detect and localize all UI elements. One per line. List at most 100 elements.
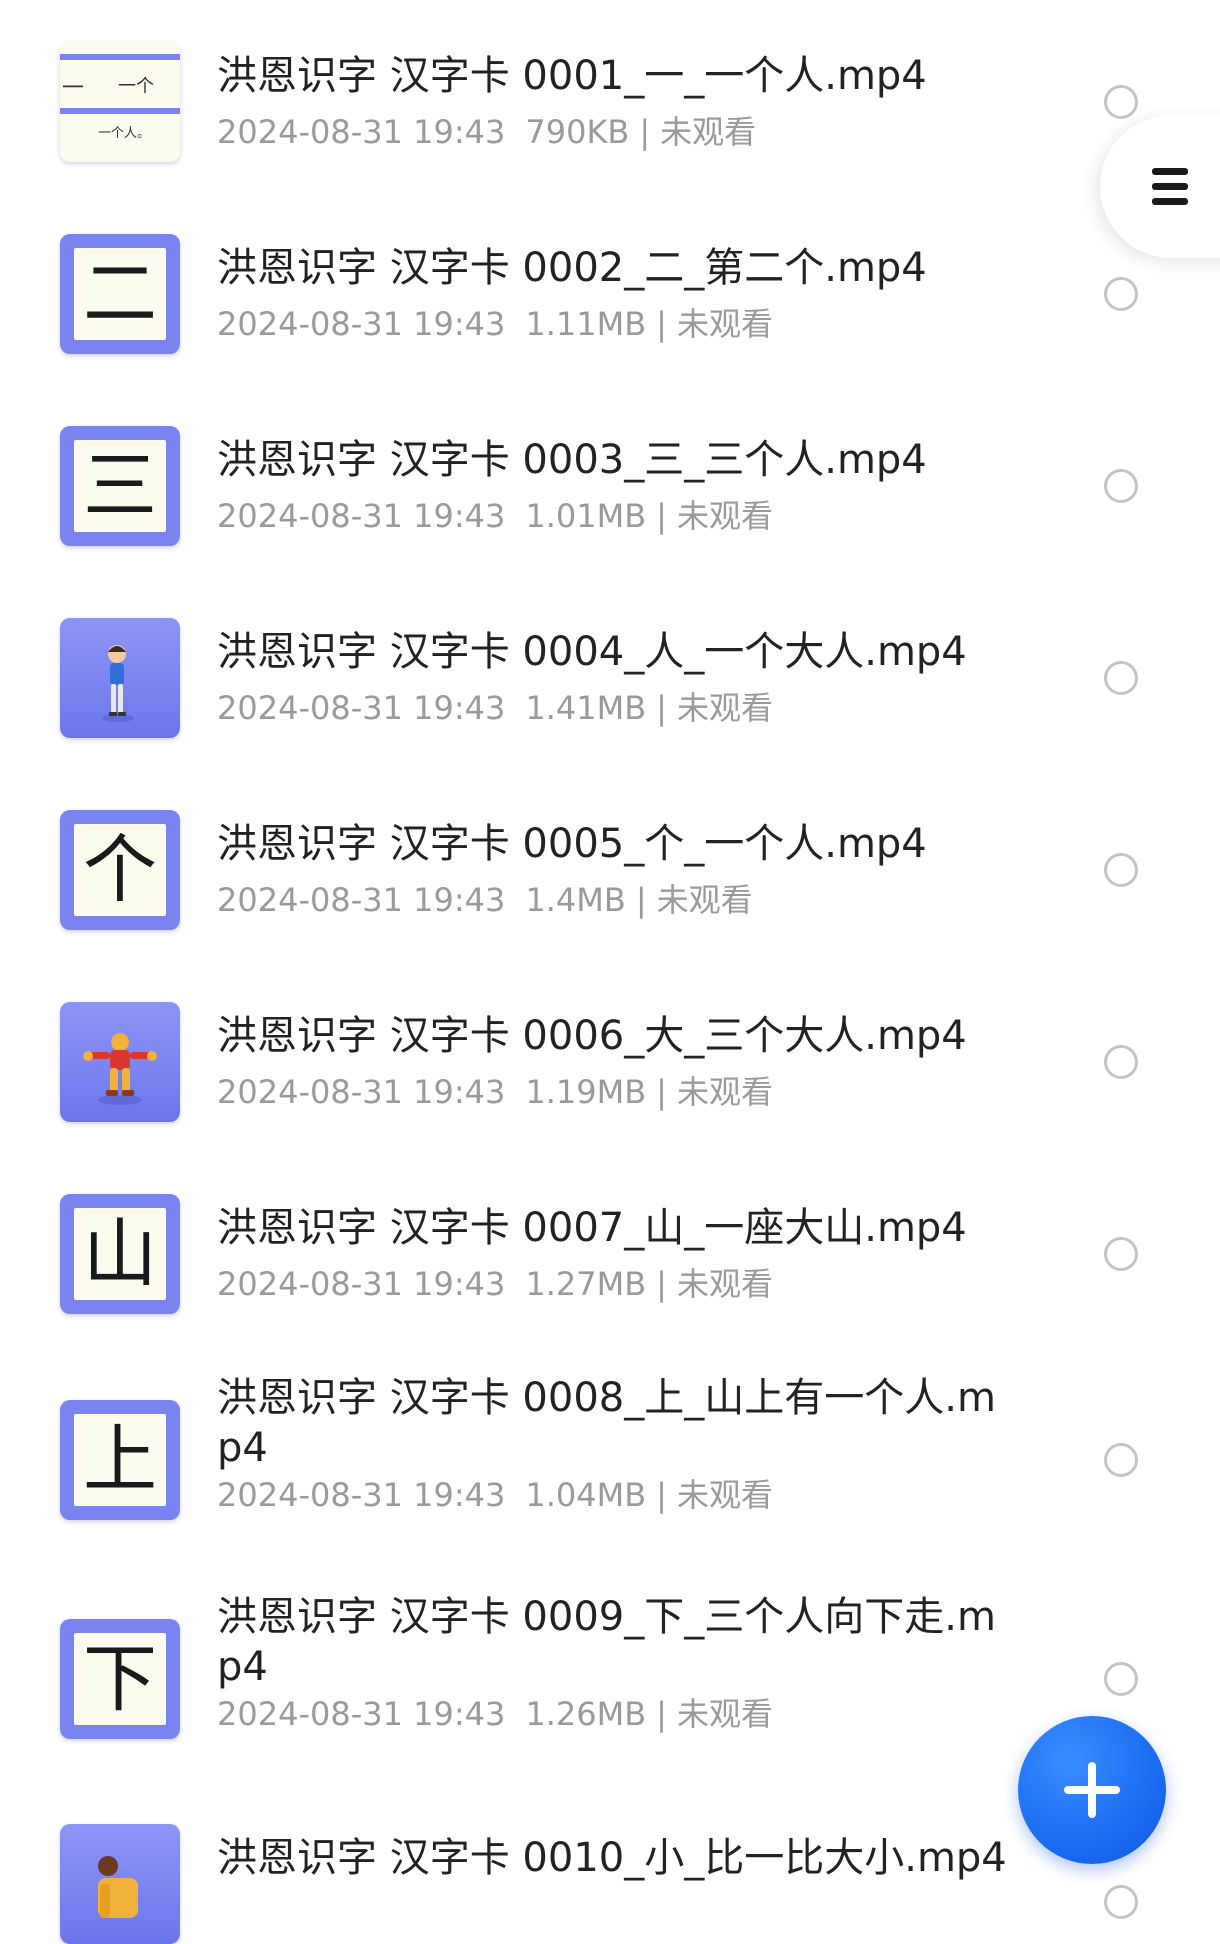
video-thumbnail (60, 618, 180, 738)
cartoon-figure (98, 1856, 138, 1918)
file-size: 1.27MB (525, 1265, 647, 1303)
file-date: 2024-08-31 19:43 (217, 1695, 506, 1733)
file-meta: 2024-08-31 19:43 1.04MB | 未观看 (217, 1475, 773, 1515)
file-date: 2024-08-31 19:43 (217, 113, 506, 151)
meta-separator: | (639, 113, 651, 151)
file-date: 2024-08-31 19:43 (217, 1265, 506, 1303)
watch-status: 未观看 (676, 1073, 773, 1111)
add-button[interactable] (1018, 1716, 1166, 1864)
thumbnail-band (60, 54, 180, 60)
file-name: 洪恩识字 汉字卡 0003_三_三个人.mp4 (217, 437, 927, 483)
file-meta: 2024-08-31 19:43 1.41MB | 未观看 (217, 688, 773, 728)
meta-separator: | (656, 497, 667, 535)
select-radio[interactable] (1104, 277, 1138, 311)
menu-icon-bar (1152, 198, 1188, 205)
video-thumbnail: 二 (60, 234, 180, 354)
meta-separator: | (656, 1265, 667, 1303)
select-radio[interactable] (1104, 1045, 1138, 1079)
file-meta: 2024-08-31 19:43 790KB | 未观看 (217, 112, 756, 152)
list-item[interactable]: 个 洪恩识字 汉字卡 0005_个_一个人.mp4 2024-08-31 19:… (0, 790, 1220, 950)
file-date: 2024-08-31 19:43 (217, 1073, 506, 1111)
file-name: 洪恩识字 汉字卡 0009_下_三个人向下走.mp4 (217, 1594, 996, 1690)
thumbnail-band (60, 108, 180, 114)
meta-separator: | (656, 689, 667, 727)
file-size: 1.04MB (525, 1476, 647, 1514)
file-meta: 2024-08-31 19:43 1.4MB | 未观看 (217, 880, 753, 920)
watch-status: 未观看 (676, 497, 773, 535)
thumbnail-text: 一个 (118, 76, 154, 97)
select-radio[interactable] (1104, 1237, 1138, 1271)
file-date: 2024-08-31 19:43 (217, 689, 506, 727)
file-size: 1.01MB (525, 497, 647, 535)
file-size: 1.11MB (525, 305, 647, 343)
list-item[interactable]: 山 洪恩识字 汉字卡 0007_山_一座大山.mp4 2024-08-31 19… (0, 1174, 1220, 1334)
plus-icon-vertical (1088, 1762, 1096, 1818)
file-size: 1.4MB (525, 881, 626, 919)
cartoon-hero-figure (83, 1033, 157, 1105)
file-meta: 2024-08-31 19:43 1.11MB | 未观看 (217, 304, 773, 344)
video-thumbnail: 下 (60, 1619, 180, 1739)
meta-separator: | (656, 305, 667, 343)
file-meta: 2024-08-31 19:43 1.19MB | 未观看 (217, 1072, 773, 1112)
video-thumbnail: 上 (60, 1400, 180, 1520)
file-size: 1.41MB (525, 689, 647, 727)
video-thumbnail (60, 1002, 180, 1122)
file-meta: 2024-08-31 19:43 1.01MB | 未观看 (217, 496, 773, 536)
file-meta: 2024-08-31 19:43 1.27MB | 未观看 (217, 1264, 773, 1304)
file-name: 洪恩识字 汉字卡 0001_一_一个人.mp4 (217, 53, 927, 99)
meta-separator: | (656, 1073, 667, 1111)
cartoon-boy-figure (102, 645, 134, 722)
select-radio[interactable] (1104, 469, 1138, 503)
file-name: 洪恩识字 汉字卡 0002_二_第二个.mp4 (217, 245, 927, 291)
file-date: 2024-08-31 19:43 (217, 1476, 506, 1514)
watch-status: 未观看 (676, 689, 773, 727)
list-item[interactable]: 三 洪恩识字 汉字卡 0003_三_三个人.mp4 2024-08-31 19:… (0, 406, 1220, 566)
menu-icon-bar (1152, 168, 1188, 175)
thumbnail-character: 下 (74, 1633, 166, 1725)
select-radio[interactable] (1104, 1443, 1138, 1477)
thumbnail-character: 山 (74, 1208, 166, 1300)
list-item[interactable]: 洪恩识字 汉字卡 0004_人_一个大人.mp4 2024-08-31 19:4… (0, 598, 1220, 758)
video-thumbnail: 个 (60, 810, 180, 930)
file-size: 1.26MB (525, 1695, 647, 1733)
thumbnail-text: 一个人。 (98, 126, 151, 141)
select-radio[interactable] (1104, 1662, 1138, 1696)
select-radio[interactable] (1104, 85, 1138, 119)
video-thumbnail: 山 (60, 1194, 180, 1314)
watch-status: 未观看 (660, 113, 757, 151)
file-name: 洪恩识字 汉字卡 0010_小_比一比大小.mp4 (217, 1835, 1007, 1881)
file-size: 790KB (525, 113, 630, 151)
file-name: 洪恩识字 汉字卡 0004_人_一个大人.mp4 (217, 629, 967, 675)
select-radio[interactable] (1104, 853, 1138, 887)
file-meta: 2024-08-31 19:43 1.26MB | 未观看 (217, 1694, 773, 1734)
thumbnail-text: 一 (62, 76, 85, 101)
thumbnail-character: 上 (74, 1414, 166, 1506)
list-item[interactable]: 洪恩识字 汉字卡 0006_大_三个大人.mp4 2024-08-31 19:4… (0, 982, 1220, 1142)
meta-separator: | (635, 881, 647, 919)
file-name: 洪恩识字 汉字卡 0008_上_山上有一个人.mp4 (217, 1375, 996, 1471)
video-thumbnail: 三 (60, 426, 180, 546)
file-name: 洪恩识字 汉字卡 0005_个_一个人.mp4 (217, 821, 927, 867)
list-item[interactable]: 一 一个 一个人。 洪恩识字 汉字卡 0001_一_一个人.mp4 2024-0… (0, 22, 1220, 182)
meta-separator: | (656, 1695, 667, 1733)
video-thumbnail (60, 1824, 180, 1944)
file-date: 2024-08-31 19:43 (217, 305, 506, 343)
file-date: 2024-08-31 19:43 (217, 497, 506, 535)
thumbnail-character: 三 (74, 440, 166, 532)
thumbnail-character: 个 (74, 824, 166, 916)
select-radio[interactable] (1104, 1885, 1138, 1919)
watch-status: 未观看 (676, 1476, 773, 1514)
file-size: 1.19MB (525, 1073, 647, 1111)
watch-status: 未观看 (676, 1695, 773, 1733)
list-item[interactable]: 上 洪恩识字 汉字卡 0008_上_山上有一个人.mp4 2024-08-31 … (0, 1375, 1220, 1580)
watch-status: 未观看 (676, 305, 773, 343)
watch-status: 未观看 (676, 1265, 773, 1303)
menu-icon-bar (1152, 183, 1188, 190)
video-thumbnail: 一 一个 一个人。 (60, 42, 180, 162)
thumbnail-character: 二 (74, 248, 166, 340)
select-radio[interactable] (1104, 661, 1138, 695)
file-name: 洪恩识字 汉字卡 0007_山_一座大山.mp4 (217, 1205, 967, 1251)
file-name: 洪恩识字 汉字卡 0006_大_三个大人.mp4 (217, 1013, 967, 1059)
list-item[interactable]: 二 洪恩识字 汉字卡 0002_二_第二个.mp4 2024-08-31 19:… (0, 214, 1220, 374)
file-date: 2024-08-31 19:43 (217, 881, 506, 919)
